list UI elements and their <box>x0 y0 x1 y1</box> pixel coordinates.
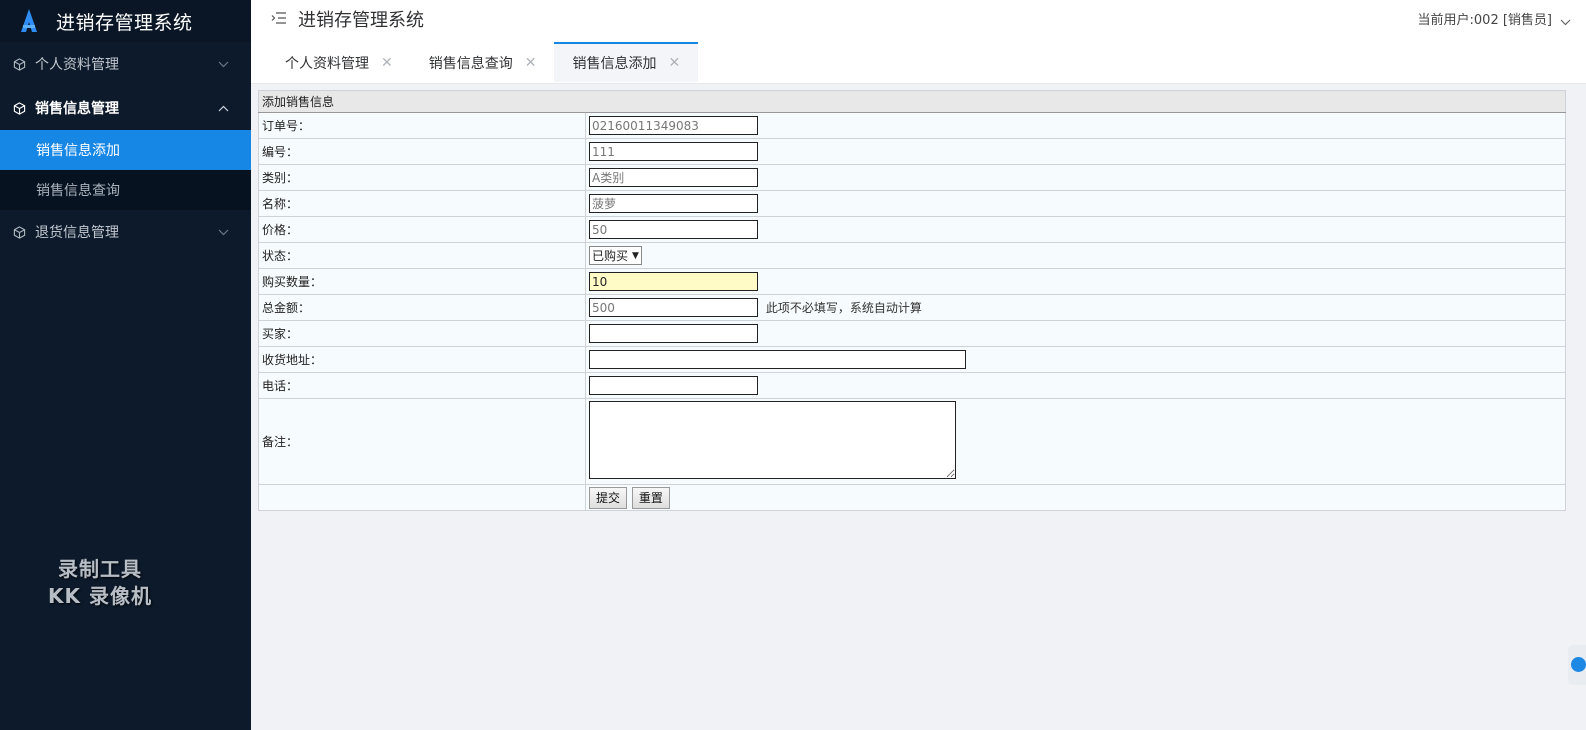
logo: 进销存管理系统 <box>0 0 251 42</box>
quantity-input[interactable] <box>589 272 758 291</box>
sidebar-item-sales-query[interactable]: 销售信息查询 <box>0 170 251 210</box>
close-icon[interactable]: ✕ <box>668 55 680 71</box>
tab-label: 销售信息查询 <box>428 56 513 72</box>
remark-textarea[interactable] <box>589 401 956 479</box>
field-label: 类别： <box>258 164 586 191</box>
close-icon[interactable]: ✕ <box>381 55 393 71</box>
total-input[interactable] <box>589 298 758 317</box>
name-input[interactable] <box>589 194 758 213</box>
cube-icon <box>12 57 26 71</box>
status-value: 已购买 <box>592 249 629 263</box>
phone-input[interactable] <box>589 376 758 395</box>
submenu-sales: 销售信息添加 销售信息查询 <box>0 130 251 210</box>
widget-icon <box>1571 657 1586 672</box>
field-label: 价格： <box>258 216 586 243</box>
field-label: 收货地址： <box>258 346 586 373</box>
app-title: 进销存管理系统 <box>56 11 193 34</box>
sidebar: 进销存管理系统 个人资料管理 销售信息管理 销售信息添加 销售信息查询 退货信息… <box>0 0 251 730</box>
chevron-down-icon <box>217 226 229 238</box>
chevron-up-icon <box>217 102 229 114</box>
field-label: 总金额： <box>258 294 586 321</box>
tab-label: 销售信息添加 <box>572 56 657 72</box>
order-no-input[interactable] <box>589 116 758 135</box>
tab-bar: 个人资料管理 ✕ 销售信息查询 ✕ 销售信息添加 ✕ <box>267 42 699 84</box>
logo-icon <box>18 8 40 34</box>
close-icon[interactable]: ✕ <box>525 55 537 71</box>
code-input[interactable] <box>589 142 758 161</box>
page-title: 进销存管理系统 <box>298 10 424 31</box>
field-label: 备注： <box>258 398 586 485</box>
chevron-down-icon <box>217 58 229 70</box>
tab-profile[interactable]: 个人资料管理 ✕ <box>267 42 411 82</box>
floating-widget[interactable] <box>1568 645 1586 685</box>
field-label: 状态： <box>258 242 586 269</box>
field-label: 编号： <box>258 138 586 165</box>
status-select[interactable]: 已购买 ▼ <box>589 246 642 265</box>
menu-group-label: 退货信息管理 <box>35 225 119 241</box>
tab-label: 个人资料管理 <box>285 56 369 72</box>
current-user[interactable]: 当前用户:002 [销售员] <box>1418 9 1552 28</box>
main-content: 添加销售信息 订单号： 编号： 类别： 名称： 价格： 状态： 已购买 <box>258 90 1566 511</box>
total-hint: 此项不必填写，系统自动计算 <box>765 300 922 315</box>
recorder-watermark: 录制工具 KK 录像机 <box>0 556 200 610</box>
tab-sales-add[interactable]: 销售信息添加 ✕ <box>554 42 699 82</box>
sidebar-item-sales-add[interactable]: 销售信息添加 <box>0 130 251 170</box>
field-label: 购买数量： <box>258 268 586 295</box>
menu-group-label: 销售信息管理 <box>35 101 119 117</box>
field-label: 电话： <box>258 372 586 399</box>
cube-icon <box>12 225 26 239</box>
menu-toggle-icon[interactable] <box>271 10 287 26</box>
field-label: 订单号： <box>258 112 586 139</box>
menu-group-profile[interactable]: 个人资料管理 <box>0 42 251 86</box>
menu-group-sales[interactable]: 销售信息管理 <box>0 86 251 130</box>
watermark-line: 录制工具 <box>58 557 142 581</box>
menu-group-returns[interactable]: 退货信息管理 <box>0 210 251 254</box>
dropdown-arrow-icon: ▼ <box>632 250 639 261</box>
menu-group-label: 个人资料管理 <box>35 57 119 73</box>
buyer-input[interactable] <box>589 324 758 343</box>
field-label: 买家： <box>258 320 586 347</box>
reset-button[interactable]: 重置 <box>631 486 670 509</box>
chevron-down-icon[interactable] <box>1560 11 1572 26</box>
sales-add-form: 添加销售信息 订单号： 编号： 类别： 名称： 价格： 状态： 已购买 <box>258 90 1566 511</box>
cube-icon <box>12 101 26 115</box>
watermark-line: KK 录像机 <box>48 584 152 608</box>
empty-cell <box>258 484 586 511</box>
field-label: 名称： <box>258 190 586 217</box>
price-input[interactable] <box>589 220 758 239</box>
tab-sales-query[interactable]: 销售信息查询 ✕ <box>411 42 555 82</box>
submit-button[interactable]: 提交 <box>589 486 628 509</box>
category-input[interactable] <box>589 168 758 187</box>
address-input[interactable] <box>589 350 966 369</box>
form-caption: 添加销售信息 <box>258 90 1566 113</box>
header: 进销存管理系统 当前用户:002 [销售员] 个人资料管理 ✕ 销售信息查询 ✕… <box>251 0 1586 84</box>
